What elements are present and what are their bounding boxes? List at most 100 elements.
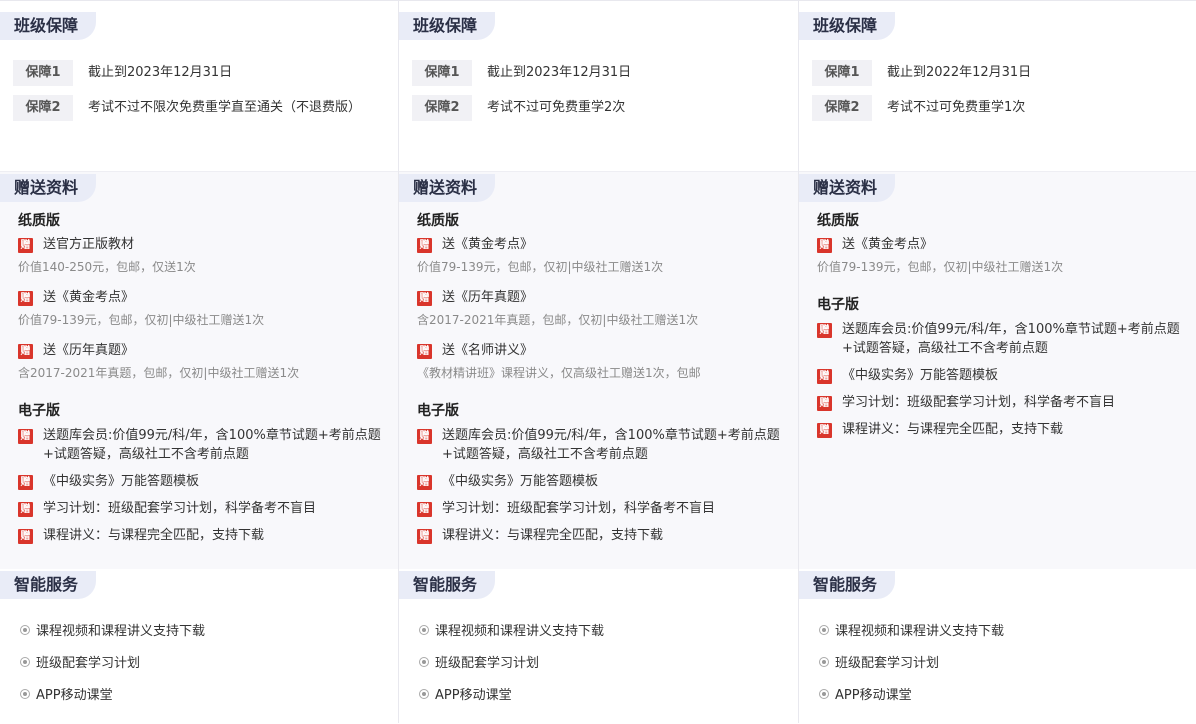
gift-item: 赠送《黄金考点》 价值79-139元，包邮，仅初|中级社工赠送1次 (817, 235, 1188, 275)
radio-dot-icon (819, 624, 829, 635)
radio-dot-icon (419, 688, 429, 699)
gift-desc: 价值79-139元，包邮，仅初|中级社工赠送1次 (18, 313, 265, 327)
guarantee-badge: 保障1 (812, 60, 872, 86)
gift-desc: 《教材精讲班》课程讲义，仅高级社工赠送1次，包邮 (417, 366, 701, 380)
guarantee-item: 保障1 截止到2023年12月31日 (13, 60, 388, 86)
services-title: 智能服务 (0, 571, 97, 599)
gift-item: 赠学习计划：班级配套学习计划，科学备考不盲目 (817, 393, 1188, 412)
service-item: 班级配套学习计划 (20, 652, 140, 671)
service-text: 班级配套学习计划 (835, 656, 940, 671)
gift-badge-icon: 赠 (18, 344, 33, 359)
radio-dot-icon (20, 624, 30, 635)
radio-dot-icon (419, 656, 429, 667)
gift-badge-icon: 赠 (18, 475, 33, 490)
digital-edition-title: 电子版 (18, 403, 60, 419)
services-section: 智能服务 课程视频和课程讲义支持下载 班级配套学习计划 APP移动课堂 (799, 569, 1196, 724)
class-column-1: 班级保障 保障1 截止到2023年12月31日 保障2 考试不过不限次免费重学直… (0, 0, 400, 724)
gift-text: 学习计划：班级配套学习计划，科学备考不盲目 (442, 501, 716, 516)
gift-badge-icon: 赠 (18, 429, 33, 444)
gifts-title: 赠送资料 (399, 174, 496, 202)
guarantee-text: 截止到2023年12月31日 (88, 65, 233, 80)
gift-desc: 价值140-250元，包邮，仅送1次 (18, 260, 196, 274)
guarantee-text: 截止到2023年12月31日 (487, 65, 632, 80)
service-item: 班级配套学习计划 (819, 652, 939, 671)
gifts-section: 赠送资料 纸质版 赠送《黄金考点》 价值79-139元，包邮，仅初|中级社工赠送… (399, 171, 798, 570)
gift-text: 《中级实务》万能答题模板 (842, 368, 999, 383)
guarantee-item: 保障2 考试不过不限次免费重学直至通关（不退费版） (13, 95, 388, 121)
gift-text: 送题库会员:价值99元/科/年，含100%章节试题+考前点题+试题答疑，高级社工… (442, 428, 780, 462)
gift-item: 赠送官方正版教材 价值140-250元，包邮，仅送1次 (18, 235, 392, 275)
service-text: 班级配套学习计划 (435, 656, 540, 671)
gift-text: 课程讲义：与课程完全匹配，支持下载 (442, 528, 664, 543)
gift-desc: 含2017-2021年真题，包邮，仅初|中级社工赠送1次 (18, 366, 300, 380)
class-comparison-page: 班级保障 保障1 截止到2023年12月31日 保障2 考试不过不限次免费重学直… (0, 0, 1196, 724)
gift-text: 课程讲义：与课程完全匹配，支持下载 (43, 528, 265, 543)
gift-text: 送《历年真题》 (442, 290, 534, 305)
guarantee-text: 考试不过不限次免费重学直至通关（不退费版） (88, 100, 362, 115)
service-text: 课程视频和课程讲义支持下载 (435, 624, 605, 639)
gift-badge-icon: 赠 (817, 323, 832, 338)
gift-badge-icon: 赠 (18, 502, 33, 517)
service-item: APP移动课堂 (20, 684, 113, 703)
paper-edition-title: 纸质版 (817, 213, 859, 229)
guarantee-section: 班级保障 保障1 截止到2022年12月31日 保障2 考试不过可免费重学1次 (799, 1, 1196, 171)
gift-desc: 价值79-139元，包邮，仅初|中级社工赠送1次 (817, 260, 1064, 274)
gift-item: 赠《中级实务》万能答题模板 (417, 472, 790, 491)
gift-badge-icon: 赠 (417, 429, 432, 444)
gift-badge-icon: 赠 (417, 238, 432, 253)
service-item: 课程视频和课程讲义支持下载 (20, 620, 205, 639)
gift-item: 赠课程讲义：与课程完全匹配，支持下载 (817, 420, 1188, 439)
services-section: 智能服务 课程视频和课程讲义支持下载 班级配套学习计划 APP移动课堂 (399, 569, 798, 724)
paper-edition-title: 纸质版 (18, 213, 60, 229)
gift-item: 赠《中级实务》万能答题模板 (18, 472, 392, 491)
gift-badge-icon: 赠 (417, 344, 432, 359)
gift-desc: 含2017-2021年真题，包邮，仅初|中级社工赠送1次 (417, 313, 699, 327)
gifts-section: 赠送资料 纸质版 赠送《黄金考点》 价值79-139元，包邮，仅初|中级社工赠送… (799, 171, 1196, 570)
digital-edition-title: 电子版 (417, 403, 459, 419)
gift-badge-icon: 赠 (817, 423, 832, 438)
guarantee-text: 截止到2022年12月31日 (887, 65, 1032, 80)
gift-badge-icon: 赠 (417, 529, 432, 544)
gift-item: 赠送《历年真题》 含2017-2021年真题，包邮，仅初|中级社工赠送1次 (18, 341, 392, 381)
gifts-section: 赠送资料 纸质版 赠送官方正版教材 价值140-250元，包邮，仅送1次 赠送《… (0, 171, 400, 570)
gift-text: 送《黄金考点》 (442, 237, 534, 252)
guarantee-badge: 保障2 (13, 95, 73, 121)
radio-dot-icon (819, 688, 829, 699)
gifts-title: 赠送资料 (0, 174, 97, 202)
guarantee-title: 班级保障 (0, 12, 97, 40)
gift-item: 赠学习计划：班级配套学习计划，科学备考不盲目 (18, 499, 392, 518)
guarantee-item: 保障2 考试不过可免费重学1次 (812, 95, 1184, 121)
guarantee-badge: 保障2 (812, 95, 872, 121)
guarantee-section: 班级保障 保障1 截止到2023年12月31日 保障2 考试不过可免费重学2次 (399, 1, 798, 171)
guarantee-title: 班级保障 (399, 12, 496, 40)
gift-text: 送题库会员:价值99元/科/年，含100%章节试题+考前点题+试题答疑，高级社工… (842, 322, 1180, 356)
gift-desc: 价值79-139元，包邮，仅初|中级社工赠送1次 (417, 260, 664, 274)
services-section: 智能服务 课程视频和课程讲义支持下载 班级配套学习计划 APP移动课堂 (0, 569, 400, 724)
radio-dot-icon (20, 688, 30, 699)
service-text: 班级配套学习计划 (36, 656, 141, 671)
gift-text: 《中级实务》万能答题模板 (43, 474, 200, 489)
paper-edition-title: 纸质版 (417, 213, 459, 229)
service-item: 课程视频和课程讲义支持下载 (419, 620, 604, 639)
guarantee-badge: 保障2 (412, 95, 472, 121)
gift-item: 赠课程讲义：与课程完全匹配，支持下载 (18, 526, 392, 545)
gifts-title: 赠送资料 (799, 174, 896, 202)
gift-item: 赠送《黄金考点》 价值79-139元，包邮，仅初|中级社工赠送1次 (18, 288, 392, 328)
guarantee-text: 考试不过可免费重学2次 (487, 100, 626, 115)
service-text: 课程视频和课程讲义支持下载 (36, 624, 206, 639)
guarantee-section: 班级保障 保障1 截止到2023年12月31日 保障2 考试不过不限次免费重学直… (0, 1, 400, 171)
service-text: APP移动课堂 (36, 688, 113, 703)
gift-text: 《中级实务》万能答题模板 (442, 474, 599, 489)
gift-text: 送《黄金考点》 (43, 290, 135, 305)
gift-badge-icon: 赠 (417, 502, 432, 517)
gift-badge-icon: 赠 (817, 369, 832, 384)
gift-badge-icon: 赠 (18, 529, 33, 544)
services-title: 智能服务 (799, 571, 896, 599)
guarantee-item: 保障1 截止到2022年12月31日 (812, 60, 1184, 86)
gift-item: 赠送题库会员:价值99元/科/年，含100%章节试题+考前点题+试题答疑，高级社… (817, 320, 1188, 358)
gift-item: 赠学习计划：班级配套学习计划，科学备考不盲目 (417, 499, 790, 518)
guarantee-title: 班级保障 (799, 12, 896, 40)
service-item: APP移动课堂 (819, 684, 912, 703)
gift-badge-icon: 赠 (18, 238, 33, 253)
gift-item: 赠送题库会员:价值99元/科/年，含100%章节试题+考前点题+试题答疑，高级社… (417, 426, 790, 464)
